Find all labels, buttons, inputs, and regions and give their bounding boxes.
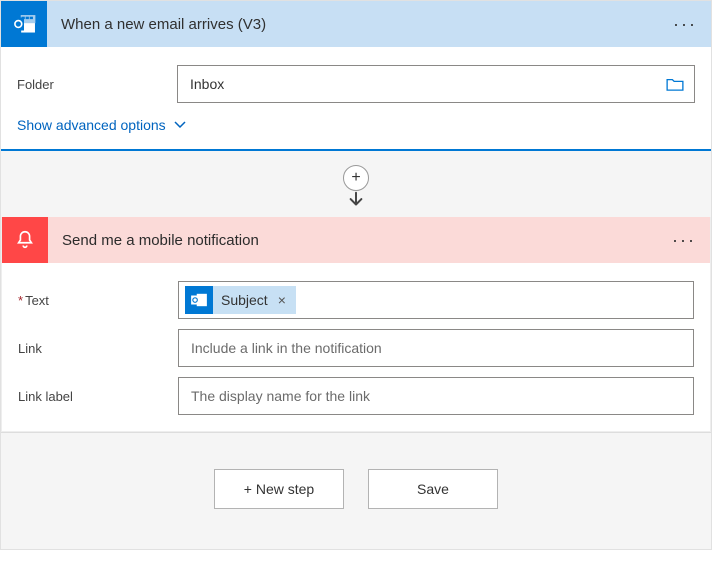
trigger-title: When a new email arrives (V3) bbox=[61, 16, 659, 33]
folder-input-wrap[interactable] bbox=[177, 65, 695, 103]
footer-actions: + New step Save bbox=[1, 432, 711, 549]
chevron-down-icon bbox=[174, 119, 186, 131]
dynamic-content-token[interactable]: Subject × bbox=[185, 286, 296, 314]
new-step-button[interactable]: + New step bbox=[214, 469, 344, 509]
text-label: Text bbox=[18, 293, 178, 308]
text-field[interactable]: Subject × bbox=[178, 281, 694, 319]
token-remove-icon[interactable]: × bbox=[276, 292, 288, 308]
link-input[interactable] bbox=[189, 339, 683, 357]
outlook-icon bbox=[185, 286, 213, 314]
folder-label: Folder bbox=[17, 77, 177, 92]
outlook-icon bbox=[1, 1, 47, 47]
link-label: Link bbox=[18, 341, 178, 356]
folder-input[interactable] bbox=[188, 75, 666, 93]
connector-zone: + Send me a mobile notification ··· Text bbox=[1, 151, 711, 549]
token-label: Subject bbox=[221, 292, 268, 308]
link-label-label: Link label bbox=[18, 389, 178, 404]
link-label-input[interactable] bbox=[189, 387, 683, 405]
folder-picker-icon[interactable] bbox=[666, 77, 684, 91]
insert-step-button[interactable]: + bbox=[343, 165, 369, 191]
action-header[interactable]: Send me a mobile notification ··· bbox=[2, 217, 710, 263]
trigger-header[interactable]: When a new email arrives (V3) ··· bbox=[1, 1, 711, 47]
show-advanced-options-label: Show advanced options bbox=[17, 117, 166, 133]
action-title: Send me a mobile notification bbox=[62, 232, 658, 249]
link-input-wrap[interactable] bbox=[178, 329, 694, 367]
notification-icon bbox=[2, 217, 48, 263]
action-card: Send me a mobile notification ··· Text bbox=[1, 217, 711, 432]
more-menu-icon[interactable]: ··· bbox=[673, 14, 697, 35]
trigger-card: When a new email arrives (V3) ··· Folder… bbox=[1, 1, 711, 151]
arrow-down-icon bbox=[347, 191, 365, 209]
show-advanced-options-link[interactable]: Show advanced options bbox=[17, 113, 186, 135]
more-menu-icon[interactable]: ··· bbox=[672, 230, 696, 251]
link-label-input-wrap[interactable] bbox=[178, 377, 694, 415]
save-button[interactable]: Save bbox=[368, 469, 498, 509]
